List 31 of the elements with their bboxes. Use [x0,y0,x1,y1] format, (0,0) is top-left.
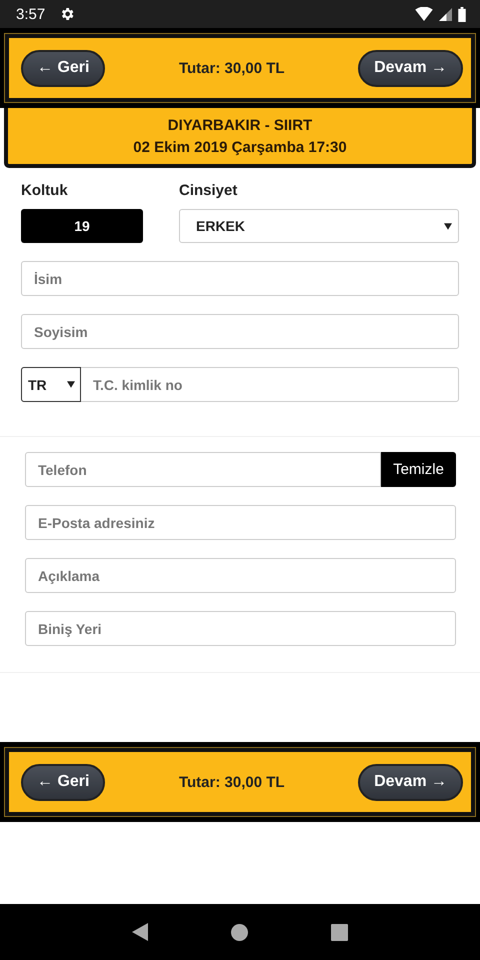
trip-route: DIYARBAKIR - SIIRT [168,116,312,134]
input-field[interactable]: Açıklama [25,558,456,593]
total-amount: Tutar: 30,00 TL [178,60,285,76]
input-field[interactable]: İsim [21,261,459,296]
clear-button[interactable]: Temizle [381,452,456,487]
home-icon[interactable] [230,924,248,940]
continue-button[interactable]: Devam → [358,764,463,800]
input-field[interactable]: Soyisim [21,314,459,349]
caret-icon [67,381,75,388]
gear-icon [59,6,76,22]
caret-icon [444,222,452,230]
wifi-icon [415,7,433,21]
trip-datetime: 02 Ekim 2019 Çarşamba 17:30 [133,138,347,156]
country-select[interactable]: TR [21,367,81,402]
back-icon[interactable] [132,923,148,941]
phone-field[interactable]: Telefon [25,452,381,487]
continue-button[interactable]: Devam → [358,50,463,86]
signal-icon [439,8,452,20]
seat-label: Koltuk [21,182,69,199]
recents-icon[interactable] [331,924,348,940]
input-field[interactable]: Biniş Yeri [25,611,456,646]
seat-number: 19 [21,209,143,243]
id-number-field[interactable]: TR T.C. kimlik no [21,367,459,402]
gender-select[interactable]: ERKEK [179,209,459,243]
status-time: 3:57 [16,6,46,22]
gender-label: Cinsiyet [179,182,238,199]
back-button[interactable]: ← Geri [21,764,106,800]
total-amount: Tutar: 30,00 TL [178,774,285,790]
back-button[interactable]: ← Geri [21,50,106,86]
input-field[interactable]: E-Posta adresiniz [25,505,456,540]
battery-icon [458,6,466,22]
